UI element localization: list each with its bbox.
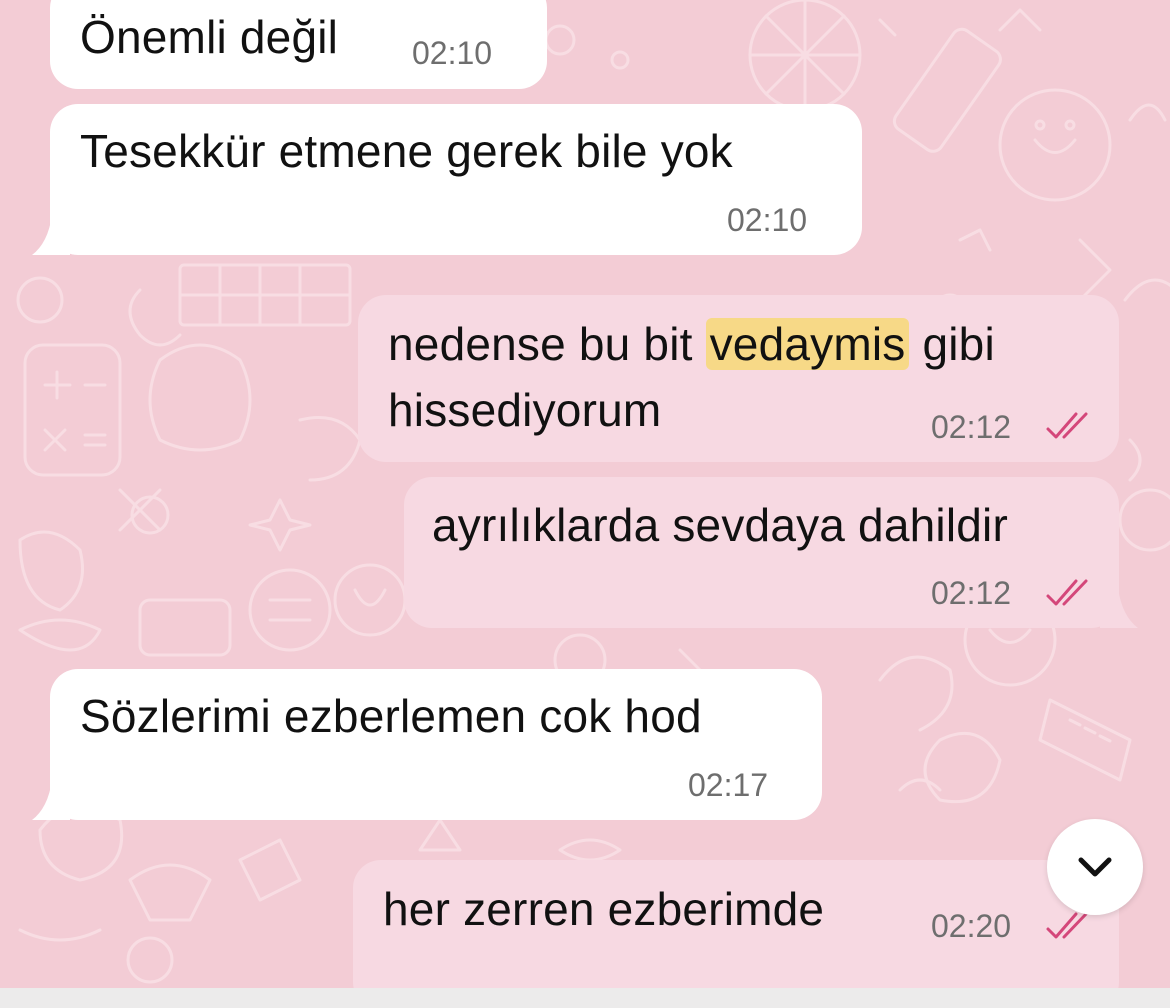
- message-text: Sözlerimi ezberlemen cok hod: [80, 690, 702, 742]
- search-highlight: vedaymis: [705, 318, 910, 370]
- message-time: 02:12: [931, 575, 1012, 611]
- message-bubble-incoming[interactable]: Önemli değil 02:10: [50, 0, 547, 89]
- message-text-line1: nedense bu bit vedaymis gibi: [388, 311, 995, 377]
- message-bubble-incoming[interactable]: Sözlerimi ezberlemen cok hod 02:17: [50, 669, 822, 820]
- message-text: Önemli değil: [80, 11, 339, 63]
- message-bubble-outgoing[interactable]: nedense bu bit vedaymis gibi hissediyoru…: [358, 295, 1119, 462]
- message-time: 02:12: [931, 409, 1012, 445]
- read-receipt-icon: [1046, 579, 1088, 606]
- message-text-part: gibi: [922, 318, 995, 370]
- chevron-down-icon: [1078, 857, 1112, 877]
- message-text: ayrılıklarda sevdaya dahildir: [432, 499, 1008, 551]
- message-bubble-outgoing[interactable]: her zerren ezberimde 02:20: [353, 860, 1119, 988]
- message-text-part: nedense bu bit: [388, 318, 693, 370]
- input-bar-edge: [0, 988, 1170, 1008]
- message-text: her zerren ezberimde: [383, 883, 825, 935]
- message-time: 02:20: [931, 908, 1012, 944]
- message-bubble-incoming[interactable]: Tesekkür etmene gerek bile yok 02:10: [50, 104, 862, 255]
- message-time: 02:17: [688, 767, 769, 803]
- chat-area[interactable]: Önemli değil 02:10 Tesekkür etmene gerek…: [0, 0, 1170, 988]
- read-receipt-icon: [1046, 412, 1088, 439]
- read-receipt-icon: [1046, 912, 1088, 939]
- message-time: 02:10: [727, 202, 808, 238]
- bubble-tail: [1100, 588, 1138, 628]
- scroll-to-bottom-button[interactable]: [1047, 819, 1143, 915]
- message-text: Tesekkür etmene gerek bile yok: [80, 125, 733, 177]
- message-text-line2: hissediyorum: [388, 384, 662, 436]
- message-bubble-outgoing[interactable]: ayrılıklarda sevdaya dahildir 02:12: [404, 477, 1119, 628]
- message-time: 02:10: [412, 35, 493, 71]
